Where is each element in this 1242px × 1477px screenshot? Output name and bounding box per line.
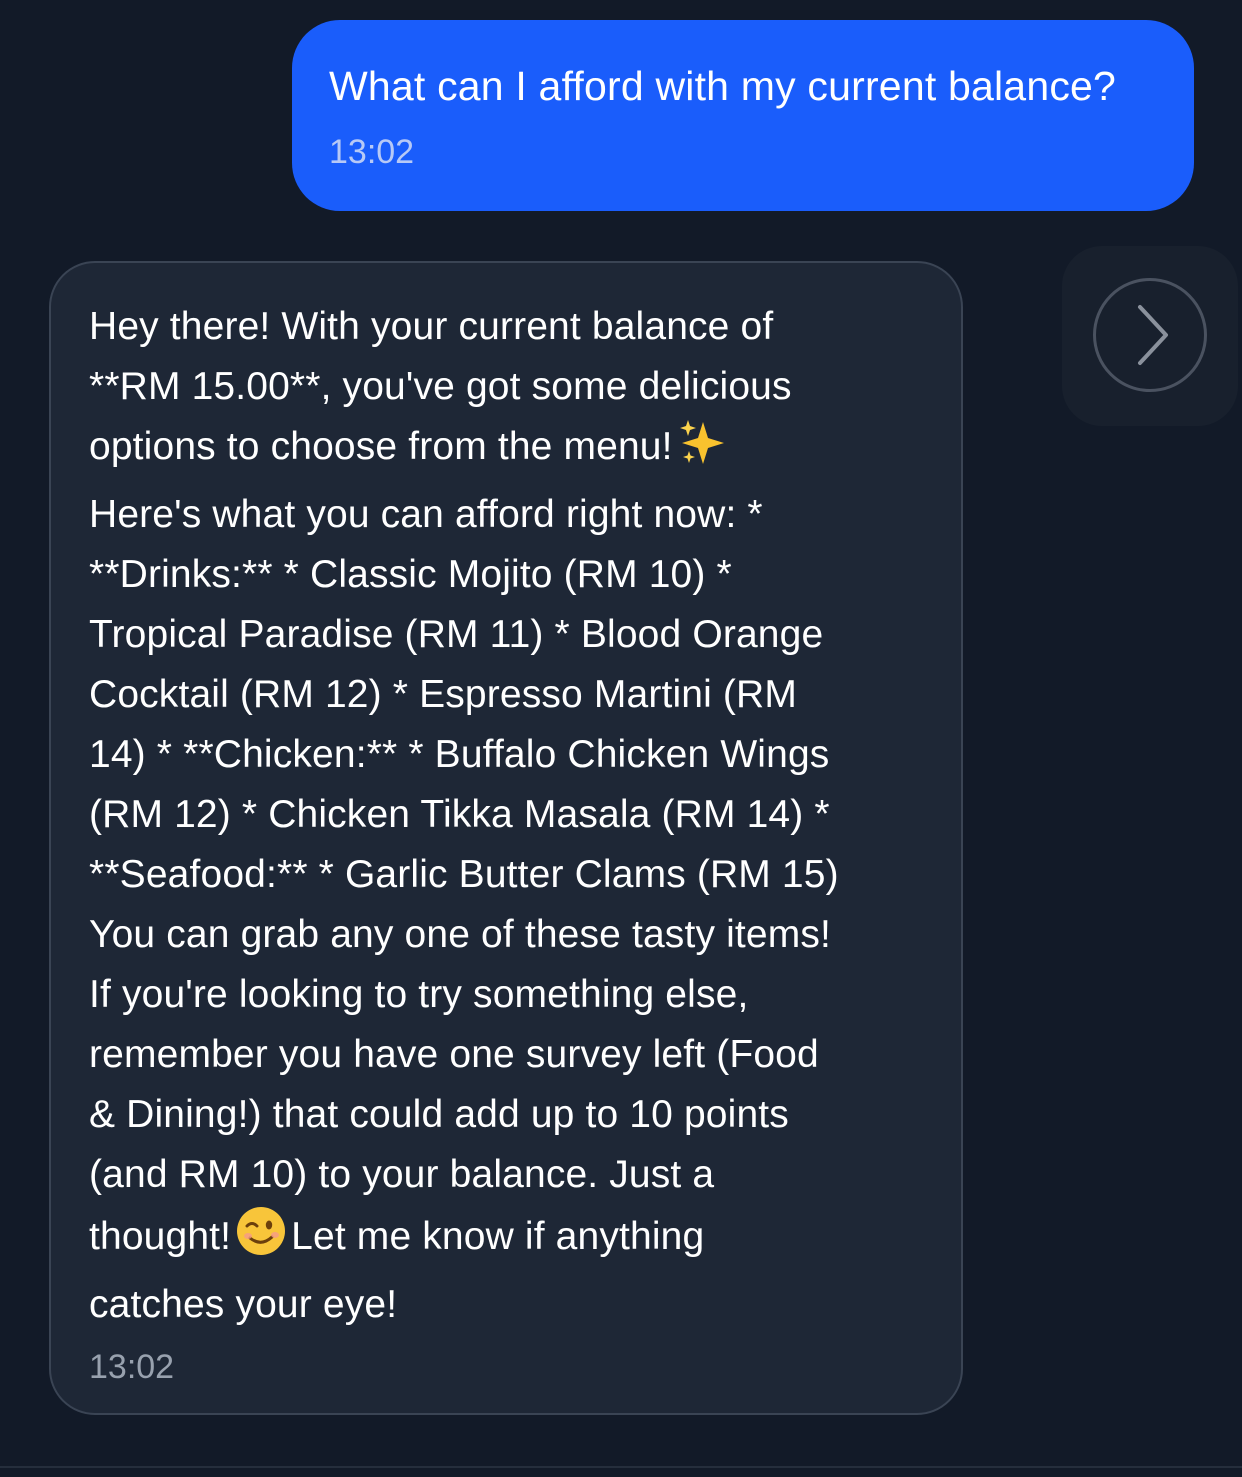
bot-line: **Drinks:** * Classic Mojito (RM 10) * (89, 553, 732, 596)
bot-line: Cocktail (RM 12) * Espresso Martini (RM (89, 673, 797, 716)
bot-line-text: options to choose from the menu! (89, 425, 673, 468)
user-message-bubble: What can I afford with my current balanc… (292, 20, 1194, 211)
bot-line: options to choose from the menu! (89, 417, 941, 485)
next-button[interactable] (1093, 278, 1207, 392)
bot-line: Here's what you can afford right now: * (89, 493, 763, 536)
bot-line: (RM 12) * Chicken Tikka Masala (RM 14) * (89, 793, 830, 836)
bot-line: catches your eye! (89, 1283, 398, 1326)
bot-message-bubble: Hey there! With your current balance of … (49, 261, 963, 1415)
bot-line: remember you have one survey left (Food (89, 1033, 819, 1076)
bot-message-text: Hey there! With your current balance of … (89, 297, 941, 1335)
bot-line-text: Let me know if anything (291, 1215, 705, 1258)
bot-message-time: 13:02 (89, 1348, 175, 1386)
bot-line: **RM 15.00**, you've got some delicious (89, 365, 792, 408)
bot-line: Hey there! With your current balance of (89, 305, 774, 348)
bottom-divider (0, 1466, 1242, 1468)
sparkles-icon (677, 417, 727, 485)
bot-line: Tropical Paradise (RM 11) * Blood Orange (89, 613, 824, 656)
bot-line: & Dining!) that could add up to 10 point… (89, 1093, 789, 1136)
user-message-text: What can I afford with my current balanc… (329, 63, 1117, 109)
bot-line: thought! Let me know if anything (89, 1205, 941, 1275)
bot-line: If you're looking to try something else, (89, 973, 749, 1016)
chevron-right-icon (1138, 305, 1168, 365)
user-message-time: 13:02 (329, 133, 415, 171)
bot-line: **Seafood:** * Garlic Butter Clams (RM 1… (89, 853, 839, 896)
bot-line-text: thought! (89, 1215, 232, 1258)
winking-face-icon (235, 1205, 287, 1275)
bot-line: (and RM 10) to your balance. Just a (89, 1153, 715, 1196)
bot-line: 14) * **Chicken:** * Buffalo Chicken Win… (89, 733, 830, 776)
bot-line: You can grab any one of these tasty item… (89, 913, 831, 956)
